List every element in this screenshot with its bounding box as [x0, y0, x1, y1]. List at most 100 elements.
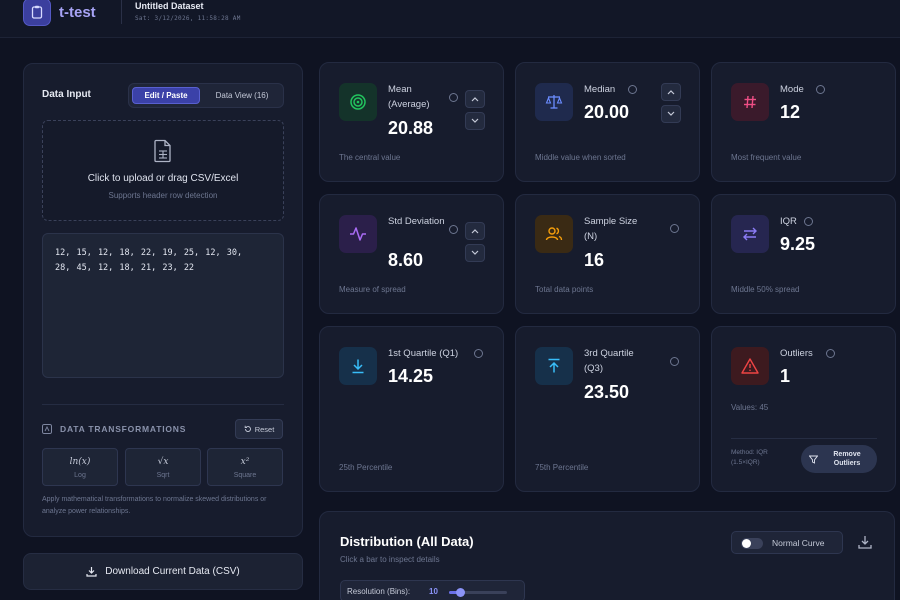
stat-card-mode: Mode 12 Most frequent value	[711, 62, 896, 182]
chevron-down-icon	[471, 118, 479, 123]
chevron-up-icon	[471, 229, 479, 234]
arrow-up-icon	[535, 347, 573, 385]
outlier-method: Method: IQR (1.5×IQR)	[731, 449, 768, 466]
resolution-value: 10	[429, 587, 438, 596]
precision-down-button[interactable]	[661, 105, 681, 123]
divider	[731, 438, 877, 439]
transform-label: Square	[233, 472, 257, 479]
precision-down-button[interactable]	[465, 112, 485, 130]
divider	[42, 404, 284, 405]
toggle-knob	[742, 539, 751, 548]
app-logo	[23, 0, 51, 26]
stat-label: 3rd Quartile (Q3)	[584, 348, 634, 374]
rotate-ccw-icon	[244, 425, 251, 432]
download-icon	[86, 567, 97, 577]
download-label: Download Current Data (CSV)	[105, 566, 240, 577]
download-chart-icon[interactable]	[857, 534, 873, 550]
precision-down-button[interactable]	[465, 244, 485, 262]
normal-curve-label: Normal Curve	[772, 538, 825, 548]
bin-resolution-control: Resolution (Bins): 10	[340, 580, 525, 600]
info-icon[interactable]	[474, 349, 483, 358]
stat-card-outliers: Outliers 1 Values: 45 Method: IQR (1.5×I…	[711, 326, 896, 492]
transform-label: Sqrt	[156, 472, 170, 479]
stat-label: Mean (Average)	[388, 84, 430, 110]
chevron-up-icon	[667, 90, 675, 95]
distribution-subtitle: Click a bar to inspect details	[340, 555, 440, 564]
slider-thumb[interactable]	[456, 588, 466, 597]
stat-card-q3: 3rd Quartile (Q3) 23.50 75th Percentile	[515, 326, 700, 492]
stat-label: Outliers	[780, 348, 813, 359]
users-icon	[535, 215, 573, 253]
transform-formula: √x	[157, 457, 169, 467]
tab-edit-paste[interactable]: Edit / Paste	[132, 87, 200, 104]
clipboard-icon	[31, 5, 43, 19]
reset-label: Reset	[254, 424, 275, 434]
stat-label: 1st Quartile (Q1)	[388, 348, 459, 359]
info-icon[interactable]	[826, 349, 835, 358]
app-name: t-test	[59, 4, 96, 21]
arrow-down-icon	[339, 347, 377, 385]
alert-triangle-icon	[731, 347, 769, 385]
reset-button[interactable]: Reset	[235, 419, 283, 439]
info-icon[interactable]	[670, 224, 679, 233]
tab-data-view[interactable]: Data View (16)	[203, 87, 281, 104]
stat-card-median: Median 20.00 Middle value when sorted	[515, 62, 700, 182]
remove-outliers-label: Remove Outliers	[833, 451, 861, 467]
precision-up-button[interactable]	[661, 83, 681, 101]
stat-label: Mode	[780, 84, 804, 95]
normal-curve-toggle[interactable]: Normal Curve	[731, 531, 843, 554]
data-input-tabs: Edit / Paste Data View (16)	[128, 83, 284, 108]
upload-title: Click to upload or drag CSV/Excel	[87, 173, 239, 184]
stat-card-q1: 1st Quartile (Q1) 14.25 25th Percentile	[319, 326, 504, 492]
info-icon[interactable]	[628, 85, 637, 94]
upload-subtitle: Supports header row detection	[108, 191, 218, 200]
info-icon[interactable]	[670, 357, 679, 366]
header-divider	[121, 0, 122, 24]
stat-value: 14.25	[388, 366, 434, 386]
app-header: t-test Untitled Dataset Sat: 3/12/2026, …	[0, 0, 900, 38]
stat-card-iqr: IQR 9.25 Middle 50% spread	[711, 194, 896, 314]
arrows-lr-icon	[731, 215, 769, 253]
precision-up-button[interactable]	[465, 222, 485, 240]
stat-value: 8.60	[388, 250, 424, 270]
stat-desc: Most frequent value	[731, 153, 802, 162]
stat-label: Median	[584, 84, 616, 95]
stat-desc: Middle 50% spread	[731, 285, 800, 294]
transform-log-button[interactable]: ln(x) Log	[42, 448, 118, 486]
raw-data-textarea[interactable]: 12, 15, 12, 18, 22, 19, 25, 12, 30, 28, …	[42, 233, 284, 378]
toggle-switch[interactable]	[741, 538, 763, 549]
precision-up-button[interactable]	[465, 90, 485, 108]
info-icon[interactable]	[449, 225, 458, 234]
stat-value: 16	[584, 250, 605, 270]
transform-sqrt-button[interactable]: √x Sqrt	[125, 448, 201, 486]
data-input-panel: Data Input Edit / Paste Data View (16) C…	[23, 63, 303, 537]
transform-formula: ln(x)	[69, 457, 91, 467]
stat-desc: 75th Percentile	[535, 463, 589, 472]
outlier-values: Values: 45	[731, 403, 769, 412]
stat-desc: The central value	[339, 153, 401, 162]
stat-value: 1	[780, 366, 791, 386]
chevron-down-icon	[667, 111, 675, 116]
stat-card-mean: Mean (Average) 20.88 The central value	[319, 62, 504, 182]
chevron-down-icon	[471, 250, 479, 255]
stat-value: 20.00	[584, 102, 630, 122]
resolution-label: Resolution (Bins):	[347, 587, 411, 596]
transform-square-button[interactable]: x² Square	[207, 448, 283, 486]
info-icon[interactable]	[804, 217, 813, 226]
distribution-panel: Distribution (All Data) Click a bar to i…	[319, 511, 895, 600]
info-icon[interactable]	[816, 85, 825, 94]
file-upload-dropzone[interactable]: Click to upload or drag CSV/Excel Suppor…	[42, 120, 284, 221]
dataset-title[interactable]: Untitled Dataset	[135, 1, 204, 11]
target-icon	[339, 83, 377, 121]
stat-value: 12	[780, 102, 801, 122]
data-input-title: Data Input	[42, 89, 91, 100]
download-csv-button[interactable]: Download Current Data (CSV)	[23, 553, 303, 590]
transform-formula: x²	[240, 457, 250, 467]
file-spreadsheet-icon	[154, 139, 171, 163]
stat-value: 20.88	[388, 118, 434, 138]
info-icon[interactable]	[449, 93, 458, 102]
hash-icon	[731, 83, 769, 121]
remove-outliers-button[interactable]: Remove Outliers	[801, 445, 877, 473]
stat-desc: 25th Percentile	[339, 463, 393, 472]
bin-resolution-slider[interactable]	[449, 588, 507, 597]
